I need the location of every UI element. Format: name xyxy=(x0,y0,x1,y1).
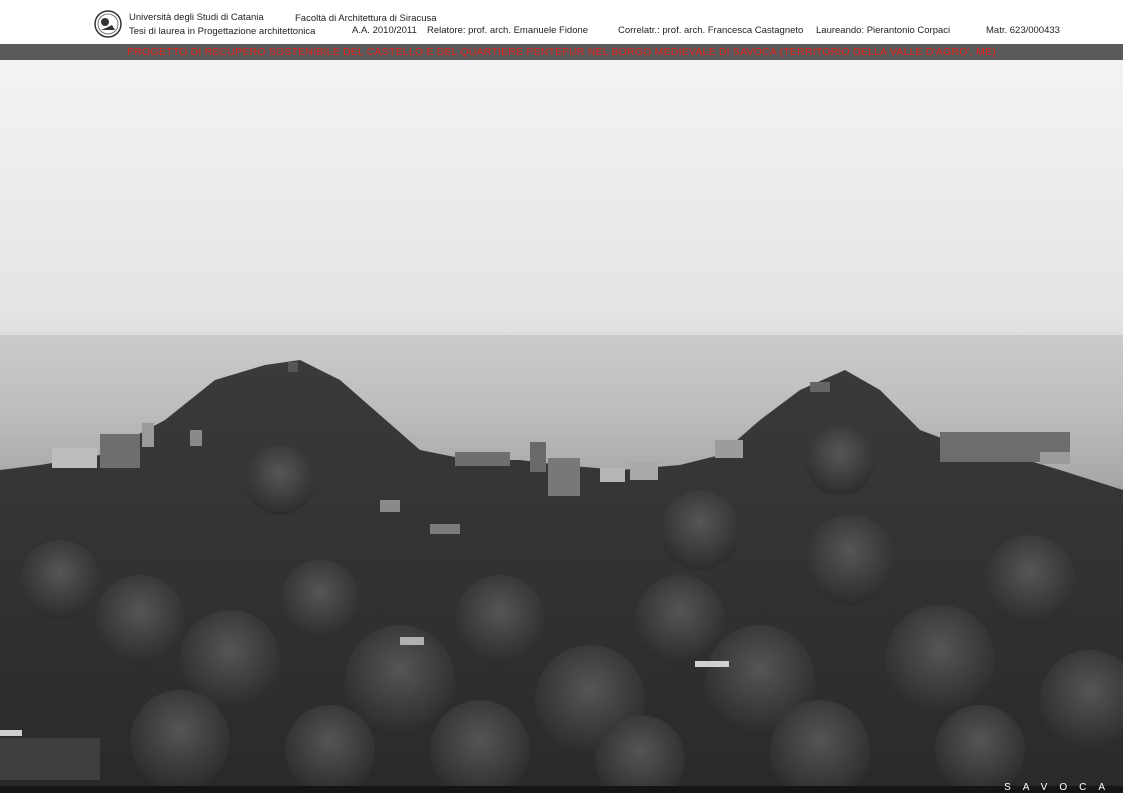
thesis-header: Università degli Studi di Catania Tesi d… xyxy=(0,0,1123,44)
location-caption: SAVOCA xyxy=(1004,782,1117,793)
university-seal-icon xyxy=(94,10,122,38)
title-band: PROGETTO DI RECUPERO SOSTENIBILE DEL CAS… xyxy=(0,44,1123,60)
university-name: Università degli Studi di Catania xyxy=(129,12,264,23)
academic-year: A.A. 2010/2011 xyxy=(352,25,417,36)
faculty-name: Facoltà di Architettura di Siracusa xyxy=(295,13,437,24)
savoca-landscape-photo xyxy=(0,60,1123,788)
project-title: PROGETTO DI RECUPERO SOSTENIBILE DEL CAS… xyxy=(127,46,996,58)
footer-bar xyxy=(0,786,1123,793)
relatore: Relatore: prof. arch. Emanuele Fidone xyxy=(427,25,589,36)
laureando: Laureando: Pierantonio Corpaci xyxy=(816,25,951,36)
correlatore: Correlatr.: prof. arch. Francesca Castag… xyxy=(618,25,804,36)
degree-course: Tesi di laurea in Progettazione architet… xyxy=(129,26,316,37)
matricola: Matr. 623/000433 xyxy=(986,25,1060,36)
